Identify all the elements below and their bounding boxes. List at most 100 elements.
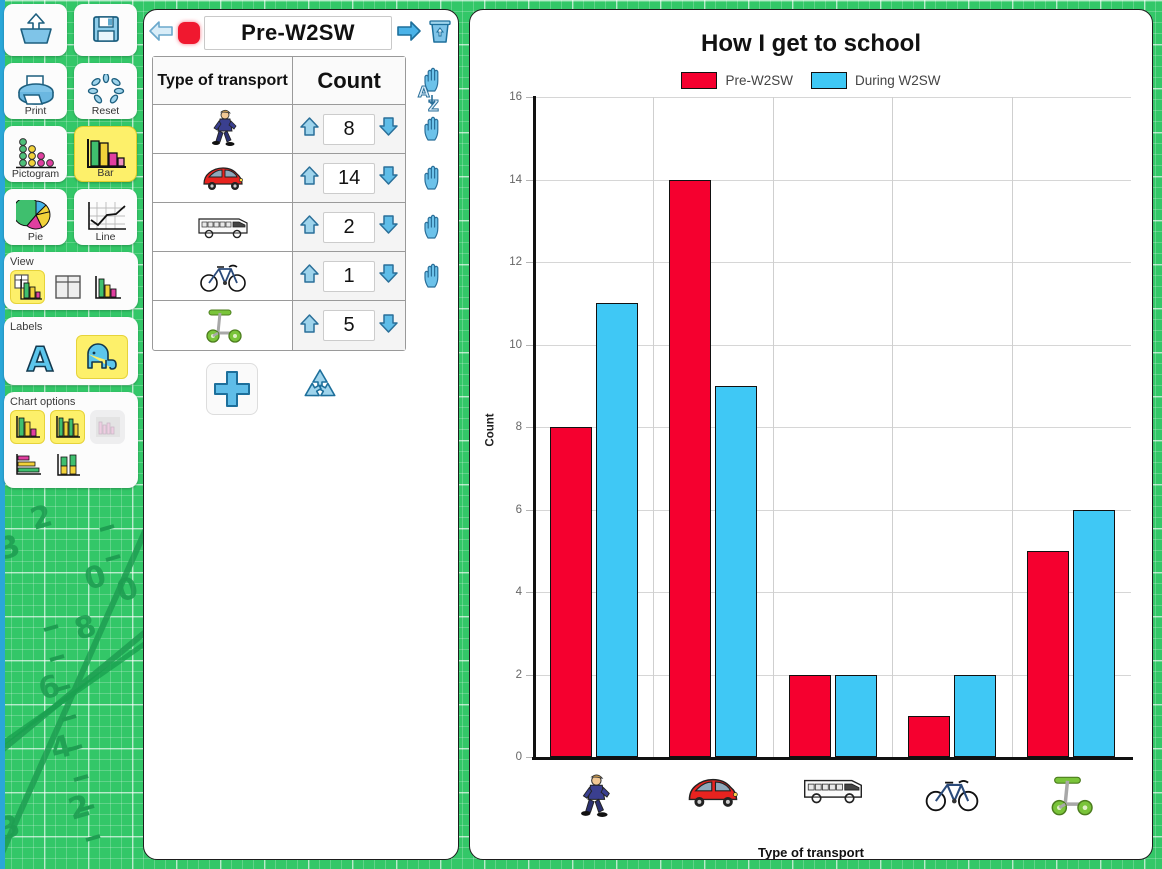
drag-handle[interactable] bbox=[421, 116, 449, 149]
row-count-cell: 5 bbox=[293, 301, 405, 350]
print-button[interactable]: Print bbox=[4, 63, 67, 119]
labels-group-title: Labels bbox=[10, 321, 43, 333]
bar-walk-pre-w2sw bbox=[549, 427, 592, 757]
drag-handle[interactable] bbox=[421, 67, 449, 100]
reset-button[interactable]: Reset bbox=[74, 63, 137, 119]
table-row[interactable]: 8 bbox=[153, 67, 439, 154]
count-input[interactable]: 8 bbox=[323, 113, 376, 145]
count-input[interactable]: 14 bbox=[323, 162, 376, 194]
pictogram-button[interactable]: Pictogram bbox=[4, 126, 67, 182]
decrement-button[interactable] bbox=[378, 116, 399, 142]
svg-text:0: 0 bbox=[113, 570, 143, 609]
column-header-transport: Type of transport bbox=[153, 57, 294, 104]
option-shadow-button[interactable] bbox=[90, 410, 125, 444]
bar-walk-during-w2sw bbox=[595, 303, 638, 757]
chart-only-icon bbox=[94, 276, 121, 299]
x-tick-icon-bus bbox=[800, 773, 866, 807]
row-transport-cell bbox=[153, 203, 294, 251]
labels-text-button[interactable]: A bbox=[18, 335, 62, 379]
row-count-cell: 1 bbox=[293, 252, 405, 300]
left-toolbar: Print Reset Pictogram Bar Pie Line View … bbox=[4, 4, 138, 495]
walking-person-icon bbox=[211, 109, 237, 146]
add-row-button[interactable] bbox=[206, 363, 258, 415]
delete-dataset-button[interactable] bbox=[428, 18, 452, 49]
bicycle-icon bbox=[199, 264, 246, 292]
increment-button[interactable] bbox=[299, 116, 320, 142]
dataset-name-input[interactable]: Pre-W2SW bbox=[204, 16, 392, 50]
up-arrow-icon bbox=[300, 264, 319, 283]
floppy-disk-icon bbox=[89, 12, 123, 46]
labels-picture-button[interactable] bbox=[76, 335, 128, 379]
hand-icon bbox=[424, 263, 439, 288]
count-input[interactable]: 2 bbox=[323, 211, 376, 243]
decrement-button[interactable] bbox=[378, 214, 399, 240]
up-arrow-icon bbox=[300, 313, 319, 333]
grouped-bar-icon bbox=[15, 416, 40, 438]
save-button[interactable] bbox=[74, 4, 137, 56]
pie-chart-icon bbox=[15, 200, 56, 232]
prev-dataset-button[interactable] bbox=[148, 20, 174, 47]
table-row[interactable]: 1 bbox=[153, 214, 439, 301]
recycle-button[interactable] bbox=[298, 366, 342, 413]
decrement-button[interactable] bbox=[378, 313, 399, 339]
increment-button[interactable] bbox=[299, 313, 320, 339]
down-arrow-icon bbox=[379, 313, 398, 333]
x-tick-icon-car bbox=[682, 773, 744, 811]
record-indicator-dot[interactable] bbox=[178, 22, 200, 44]
view-chart-button[interactable] bbox=[90, 270, 125, 304]
toolbar-row-print-reset: Print Reset bbox=[4, 63, 138, 119]
y-tick-label: 6 bbox=[515, 503, 522, 516]
right-arrow-icon bbox=[397, 20, 421, 41]
y-gridline bbox=[534, 262, 1131, 263]
letter-a-icon: A bbox=[26, 339, 55, 375]
svg-text:2: 2 bbox=[27, 498, 57, 537]
bar-chart-icon bbox=[85, 137, 127, 169]
line-button-label: Line bbox=[95, 231, 116, 243]
line-button[interactable]: Line bbox=[74, 189, 137, 245]
view-split-button[interactable] bbox=[10, 270, 45, 304]
option-grouped-bars-button[interactable] bbox=[10, 410, 45, 444]
drag-handle[interactable] bbox=[421, 214, 449, 247]
option-stacked-bars-button[interactable] bbox=[50, 448, 85, 482]
reset-burst-icon bbox=[87, 74, 125, 106]
decrement-button[interactable] bbox=[378, 263, 399, 289]
decrement-button[interactable] bbox=[378, 165, 399, 191]
count-input[interactable]: 1 bbox=[323, 260, 376, 292]
left-arrow-icon bbox=[149, 20, 173, 41]
row-count-cell: 8 bbox=[293, 105, 405, 153]
count-input[interactable]: 5 bbox=[323, 310, 376, 341]
table-row[interactable]: 5 bbox=[153, 263, 439, 350]
gridline-bar-icon bbox=[55, 416, 80, 438]
y-tick-mark bbox=[526, 344, 533, 346]
svg-text:A: A bbox=[27, 340, 54, 375]
increment-button[interactable] bbox=[299, 214, 320, 240]
x-gridline bbox=[1011, 97, 1013, 757]
bar-button[interactable]: Bar bbox=[74, 126, 137, 182]
view-group-title: View bbox=[10, 256, 34, 268]
drag-handle[interactable] bbox=[421, 165, 449, 198]
bar-bus-pre-w2sw bbox=[788, 674, 831, 757]
data-table-wrapper: Type of transport Count A Z 8 14 2 1 5 bbox=[144, 56, 458, 351]
row-transport-cell bbox=[153, 252, 294, 300]
pie-button-label: Pie bbox=[27, 231, 44, 243]
y-tick-label: 14 bbox=[509, 173, 522, 186]
increment-button[interactable] bbox=[299, 165, 320, 191]
view-table-button[interactable] bbox=[50, 270, 85, 304]
option-horizontal-bars-button[interactable] bbox=[10, 448, 45, 482]
table-row[interactable]: 14 bbox=[153, 116, 439, 203]
option-gridlines-button[interactable] bbox=[50, 410, 85, 444]
next-dataset-button[interactable] bbox=[396, 20, 422, 47]
stacked-bar-icon bbox=[56, 454, 80, 476]
trash-can-icon bbox=[429, 19, 451, 43]
plus-icon bbox=[214, 371, 250, 407]
y-tick-label: 8 bbox=[515, 421, 522, 433]
row-transport-cell bbox=[153, 105, 294, 153]
increment-button[interactable] bbox=[299, 263, 320, 289]
open-button[interactable] bbox=[4, 4, 67, 56]
table-row[interactable]: 2 bbox=[153, 165, 439, 252]
pie-button[interactable]: Pie bbox=[4, 189, 67, 245]
y-tick-mark bbox=[526, 509, 533, 511]
x-tick-icon-scooter bbox=[1043, 773, 1099, 819]
y-gridline bbox=[534, 179, 1131, 181]
drag-handle[interactable] bbox=[421, 263, 449, 296]
